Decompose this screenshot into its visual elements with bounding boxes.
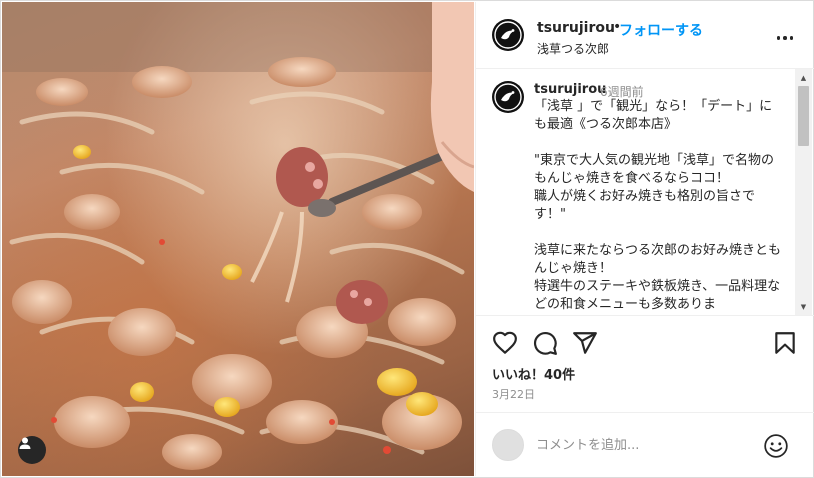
post-location[interactable]: 浅草つる次郎 <box>537 40 609 57</box>
crane-logo-icon <box>494 21 522 49</box>
post-photo[interactable] <box>2 2 474 476</box>
like-count[interactable]: いいね！40件 <box>492 364 575 383</box>
post-header: tsurujirou • フォローする 浅草つる次郎 <box>476 2 814 69</box>
follow-button[interactable]: フォローする <box>619 20 703 40</box>
avatar[interactable] <box>492 81 524 113</box>
post-username[interactable]: tsurujirou <box>537 20 615 36</box>
caption-username[interactable]: tsurujirou <box>534 82 606 97</box>
comment-icon[interactable] <box>532 330 558 356</box>
more-options-icon[interactable] <box>773 26 797 50</box>
heart-icon[interactable] <box>492 330 518 356</box>
post-dialog: tsurujirou • フォローする 浅草つる次郎 tsurujirou 6週… <box>0 0 814 478</box>
scrollbar[interactable]: ▲ ▼ <box>795 69 812 315</box>
bookmark-icon[interactable] <box>772 330 798 356</box>
post-date[interactable]: 3月22日 <box>492 386 535 402</box>
scrollbar-thumb[interactable] <box>798 86 809 146</box>
avatar[interactable] <box>492 19 524 51</box>
user-icon <box>19 437 31 449</box>
scroll-up-arrow-icon[interactable]: ▲ <box>795 69 812 86</box>
post-sidebar: tsurujirou • フォローする 浅草つる次郎 tsurujirou 6週… <box>475 2 814 476</box>
tagged-users-button[interactable] <box>18 436 46 464</box>
avatar <box>492 429 524 461</box>
share-icon[interactable] <box>572 330 598 356</box>
comment-input[interactable] <box>536 435 756 455</box>
crane-logo-icon <box>494 83 522 111</box>
caption-text: 「浅草 」で「観光」なら！「デート」にも最適《つる次郎本店》 "東京で大人気の観… <box>534 99 782 312</box>
emoji-icon[interactable] <box>763 433 789 459</box>
action-bar <box>476 316 814 362</box>
food-illustration <box>2 2 474 470</box>
comment-box <box>476 413 814 476</box>
scroll-down-arrow-icon[interactable]: ▼ <box>795 298 812 315</box>
caption-area: tsurujirou 6週間前 「浅草 」で「観光」なら！「デート」にも最適《つ… <box>476 69 814 316</box>
